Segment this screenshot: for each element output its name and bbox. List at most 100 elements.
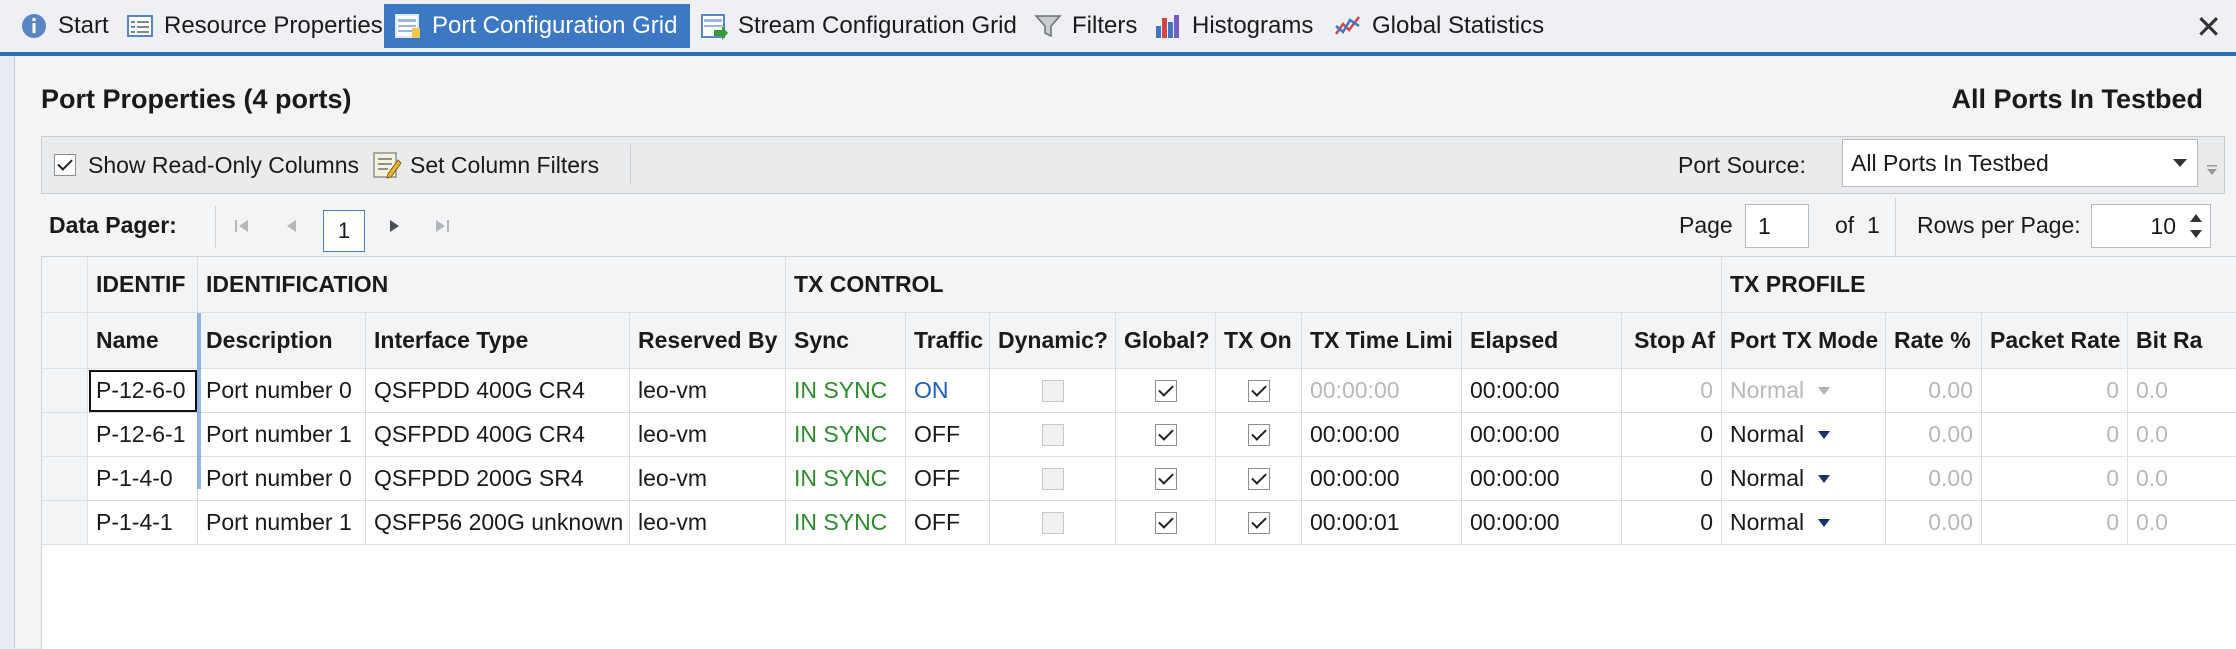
cell-sync[interactable]: IN SYNC: [786, 501, 906, 545]
column-header-tx-time-limit[interactable]: TX Time Limi: [1302, 313, 1462, 369]
checkbox-icon[interactable]: [1247, 511, 1270, 534]
cell-packet-rate[interactable]: 0: [1982, 369, 2128, 413]
tab-resource-properties[interactable]: Resource Properties: [126, 4, 383, 48]
tab-stream-configuration-grid[interactable]: Stream Configuration Grid: [700, 4, 1017, 48]
cell-port-tx-mode[interactable]: Normal: [1722, 501, 1886, 545]
overflow-menu-icon[interactable]: [2204, 161, 2220, 177]
cell-tx-on[interactable]: [1216, 457, 1302, 501]
page-number-input[interactable]: 1: [1745, 204, 1809, 248]
tab-port-configuration-grid[interactable]: Port Configuration Grid: [384, 4, 690, 48]
column-header-rate-percent[interactable]: Rate %: [1886, 313, 1982, 369]
cell-traffic[interactable]: OFF: [906, 457, 990, 501]
first-page-button[interactable]: [227, 211, 257, 241]
close-icon[interactable]: ✕: [2195, 8, 2222, 46]
cell-elapsed[interactable]: 00:00:00: [1462, 369, 1622, 413]
port-source-dropdown[interactable]: All Ports In Testbed: [1842, 139, 2198, 187]
cell-interface[interactable]: QSFPDD 400G CR4: [366, 413, 630, 457]
cell-tx-on[interactable]: [1216, 413, 1302, 457]
checkbox-icon[interactable]: [1247, 423, 1270, 446]
column-header-stop-after[interactable]: Stop Af: [1622, 313, 1722, 369]
cell-packet-rate[interactable]: 0: [1982, 501, 2128, 545]
column-header-elapsed[interactable]: Elapsed: [1462, 313, 1622, 369]
cell-traffic[interactable]: OFF: [906, 501, 990, 545]
cell-bit-rate[interactable]: 0.0: [2128, 501, 2236, 545]
cell-port-tx-mode[interactable]: Normal: [1722, 413, 1886, 457]
cell-name[interactable]: P-12-6-1: [88, 413, 198, 457]
cell-stop-after[interactable]: 0: [1622, 413, 1722, 457]
chevron-down-icon[interactable]: [1818, 518, 1831, 527]
cell-reserved-by[interactable]: leo-vm: [630, 457, 786, 501]
cell-bit-rate[interactable]: 0.0: [2128, 457, 2236, 501]
column-header-reserved-by[interactable]: Reserved By: [630, 313, 786, 369]
cell-stop-after[interactable]: 0: [1622, 457, 1722, 501]
cell-dynamic[interactable]: [990, 501, 1116, 545]
cell-reserved-by[interactable]: leo-vm: [630, 413, 786, 457]
checkbox-icon[interactable]: [1247, 467, 1270, 490]
cell-dynamic[interactable]: [990, 457, 1116, 501]
checkbox-icon[interactable]: [1041, 379, 1064, 402]
chevron-down-icon[interactable]: [1818, 386, 1831, 395]
cell-tx-time-limit[interactable]: 00:00:01: [1302, 501, 1462, 545]
checkbox-icon[interactable]: [1154, 423, 1177, 446]
cell-global[interactable]: [1116, 413, 1216, 457]
cell-reserved-by[interactable]: leo-vm: [630, 501, 786, 545]
cell-name[interactable]: P-1-4-0: [88, 457, 198, 501]
cell-global[interactable]: [1116, 369, 1216, 413]
cell-bit-rate[interactable]: 0.0: [2128, 413, 2236, 457]
column-header-port-tx-mode[interactable]: Port TX Mode: [1722, 313, 1886, 369]
tab-histograms[interactable]: Histograms: [1154, 4, 1313, 48]
cell-tx-time-limit[interactable]: 00:00:00: [1302, 369, 1462, 413]
show-readonly-columns-toggle[interactable]: Show Read-Only Columns: [54, 137, 359, 193]
cell-description[interactable]: Port number 0: [198, 457, 366, 501]
column-header-description[interactable]: Description: [198, 313, 366, 369]
cell-description[interactable]: Port number 1: [198, 413, 366, 457]
checkbox-icon[interactable]: [1041, 423, 1064, 446]
cell-tx-on[interactable]: [1216, 369, 1302, 413]
cell-dynamic[interactable]: [990, 413, 1116, 457]
checkbox-icon[interactable]: [1247, 379, 1270, 402]
cell-port-tx-mode[interactable]: Normal: [1722, 369, 1886, 413]
column-header-interface-type[interactable]: Interface Type: [366, 313, 630, 369]
row-selector[interactable]: [42, 457, 88, 501]
cell-elapsed[interactable]: 00:00:00: [1462, 501, 1622, 545]
column-header-name[interactable]: Name: [88, 313, 198, 369]
cell-tx-on[interactable]: [1216, 501, 1302, 545]
column-header-packet-rate[interactable]: Packet Rate: [1982, 313, 2128, 369]
rows-per-page-stepper[interactable]: 10: [2091, 204, 2211, 248]
cell-sync[interactable]: IN SYNC: [786, 369, 906, 413]
cell-rate-pct[interactable]: 0.00: [1886, 413, 1982, 457]
column-header-sync[interactable]: Sync: [786, 313, 906, 369]
tab-filters[interactable]: Filters: [1034, 4, 1137, 48]
column-header-dynamic[interactable]: Dynamic?: [990, 313, 1116, 369]
cell-interface[interactable]: QSFP56 200G unknown: [366, 501, 630, 545]
cell-tx-time-limit[interactable]: 00:00:00: [1302, 457, 1462, 501]
previous-page-button[interactable]: [277, 211, 307, 241]
cell-bit-rate[interactable]: 0.0: [2128, 369, 2236, 413]
next-page-button[interactable]: [379, 211, 409, 241]
cell-description[interactable]: Port number 1: [198, 501, 366, 545]
cell-reserved-by[interactable]: leo-vm: [630, 369, 786, 413]
column-header-tx-on[interactable]: TX On: [1216, 313, 1302, 369]
tab-global-statistics[interactable]: Global Statistics: [1334, 4, 1544, 48]
column-header-bit-rate[interactable]: Bit Ra: [2128, 313, 2236, 369]
row-selector[interactable]: [42, 369, 88, 413]
cell-tx-time-limit[interactable]: 00:00:00: [1302, 413, 1462, 457]
cell-rate-pct[interactable]: 0.00: [1886, 369, 1982, 413]
chevron-down-icon[interactable]: [1818, 430, 1831, 439]
cell-packet-rate[interactable]: 0: [1982, 413, 2128, 457]
checkbox-icon[interactable]: [1041, 511, 1064, 534]
cell-name[interactable]: P-12-6-0: [88, 369, 198, 413]
cell-traffic[interactable]: ON: [906, 369, 990, 413]
cell-sync[interactable]: IN SYNC: [786, 413, 906, 457]
checkbox-icon[interactable]: [1041, 467, 1064, 490]
cell-global[interactable]: [1116, 501, 1216, 545]
row-selector[interactable]: [42, 501, 88, 545]
checkbox-icon[interactable]: [1154, 511, 1177, 534]
cell-traffic[interactable]: OFF: [906, 413, 990, 457]
cell-name[interactable]: P-1-4-1: [88, 501, 198, 545]
current-page-button[interactable]: 1: [323, 210, 365, 252]
cell-rate-pct[interactable]: 0.00: [1886, 501, 1982, 545]
chevron-down-icon[interactable]: [1818, 474, 1831, 483]
row-selector[interactable]: [42, 413, 88, 457]
cell-global[interactable]: [1116, 457, 1216, 501]
